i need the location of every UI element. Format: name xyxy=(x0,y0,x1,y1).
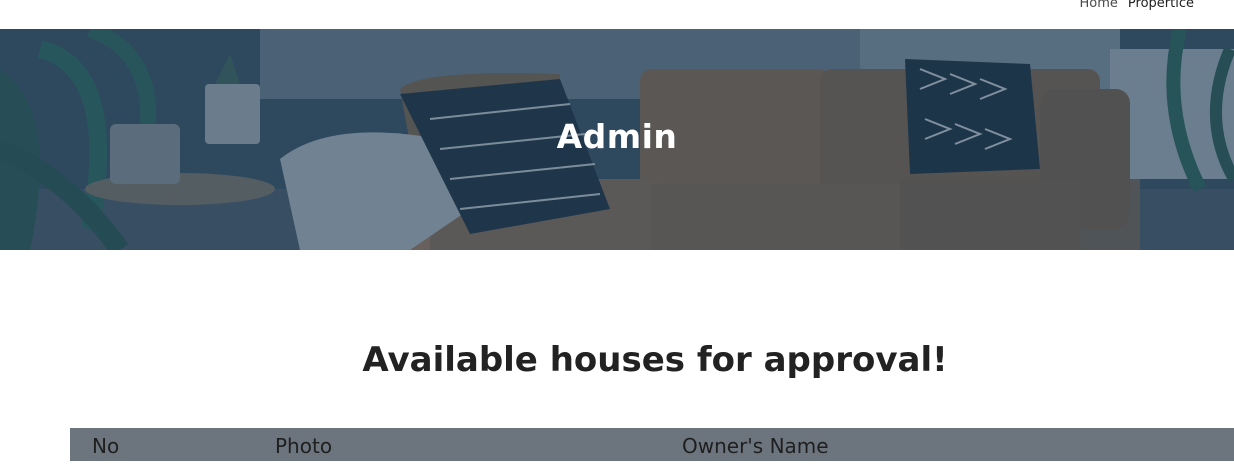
nav-home-link[interactable]: Home xyxy=(1080,0,1118,10)
hero-title: Admin xyxy=(556,117,678,156)
section-title: Available houses for approval! xyxy=(362,340,948,380)
hero-banner: Admin xyxy=(0,29,1234,250)
column-header-photo: Photo xyxy=(275,434,333,458)
column-header-no: No xyxy=(92,434,120,458)
top-nav: Home Propertice xyxy=(1080,0,1194,28)
nav-propertice-link[interactable]: Propertice xyxy=(1128,0,1194,10)
table-header-row: No Photo Owner's Name xyxy=(70,428,1234,461)
column-header-owner-name: Owner's Name xyxy=(682,434,829,458)
